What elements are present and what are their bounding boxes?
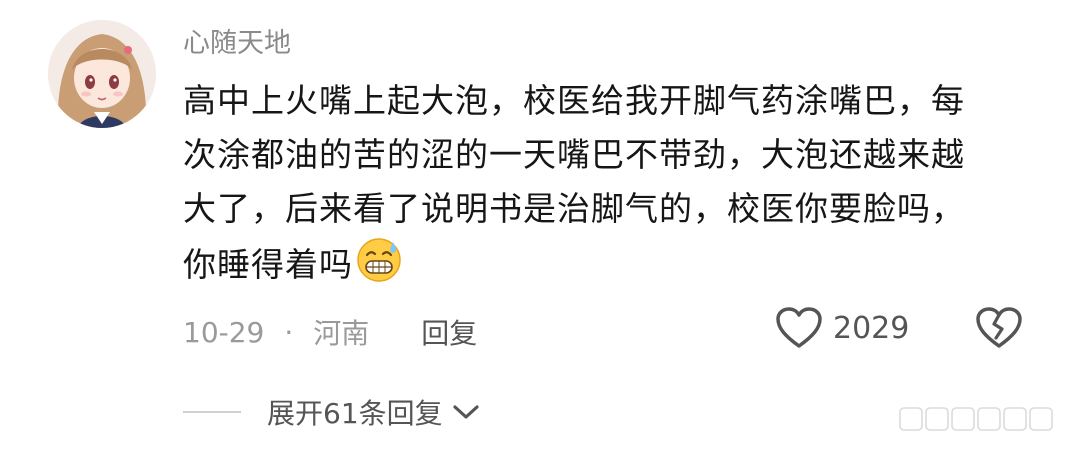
watermark-logo-icon xyxy=(899,407,1053,431)
expand-replies-label: 展开61条回复 xyxy=(267,397,443,430)
comment-line-text: 你睡得着吗 xyxy=(183,245,353,284)
chevron-down-icon xyxy=(453,405,479,419)
divider-line xyxy=(183,411,241,413)
like-button[interactable]: 2029 xyxy=(775,306,909,350)
comment-date: 10-29 xyxy=(183,315,265,349)
comment-meta: 10-29 · 河南 回复 xyxy=(183,312,477,352)
comment-body: 高中上火嘴上起大泡，校医给我开脚气药涂嘴巴，每 次涂都油的苦的涩的一天嘴巴不带劲… xyxy=(183,74,1033,292)
anime-girl-avatar-image xyxy=(48,20,156,128)
grinning-sweat-emoji-icon xyxy=(357,238,401,282)
broken-heart-icon xyxy=(976,307,1022,348)
comment-line: 次涂都油的苦的涩的一天嘴巴不带劲，大泡还越来越 xyxy=(183,135,965,174)
comment-line: 大了，后来看了说明书是治脚气的，校医你要脸吗， xyxy=(183,189,965,228)
comment-line-last: 你睡得着吗 xyxy=(183,236,1033,292)
expand-replies-button[interactable]: 展开61条回复 xyxy=(183,392,481,432)
comment-card: 心随天地 高中上火嘴上起大泡，校医给我开脚气药涂嘴巴，每 次涂都油的苦的涩的一天… xyxy=(0,0,1080,450)
comment-line: 高中上火嘴上起大泡，校医给我开脚气药涂嘴巴，每 xyxy=(183,81,965,120)
avatar[interactable] xyxy=(48,20,156,128)
dislike-button[interactable] xyxy=(975,306,1023,354)
reply-button[interactable]: 回复 xyxy=(421,312,477,352)
comment-location: 河南 xyxy=(313,317,370,350)
meta-separator: · xyxy=(284,315,294,349)
like-count: 2029 xyxy=(833,310,910,346)
heart-outline-icon xyxy=(776,307,822,348)
username[interactable]: 心随天地 xyxy=(183,26,291,62)
